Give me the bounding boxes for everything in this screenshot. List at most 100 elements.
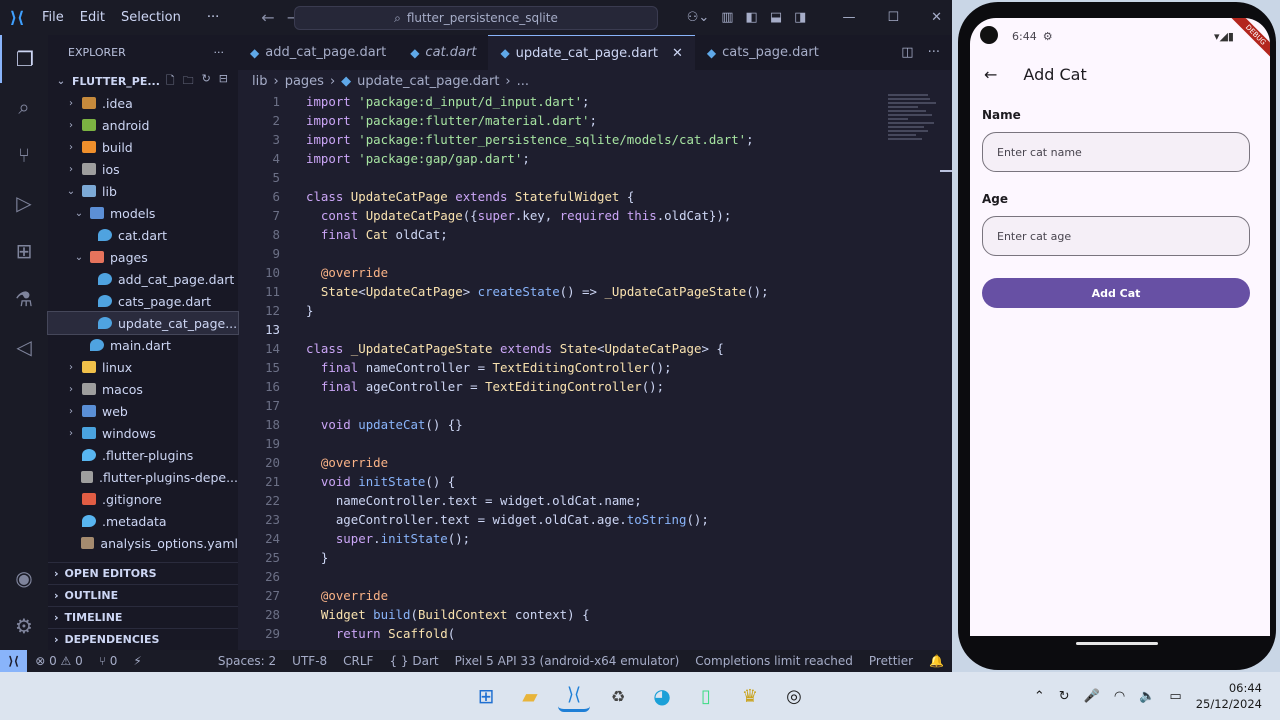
- add-cat-button[interactable]: Add Cat: [982, 278, 1250, 308]
- remote-icon[interactable]: ⟩⟨: [0, 650, 28, 672]
- editor-tab[interactable]: ◆ cat.dart: [398, 35, 488, 70]
- copilot-icon[interactable]: ⚇⌄: [687, 10, 710, 25]
- prettier-status[interactable]: Prettier: [861, 654, 921, 668]
- system-clock[interactable]: 06:44 25/12/2024: [1196, 680, 1262, 712]
- testing-icon[interactable]: ⚗: [0, 275, 48, 323]
- file-item[interactable]: cats_page.dart: [48, 290, 238, 312]
- extensions-icon[interactable]: ⊞: [0, 227, 48, 275]
- toggle-secondary-icon[interactable]: ◨: [794, 10, 806, 25]
- battery-icon[interactable]: ▭: [1169, 689, 1181, 704]
- indent-setting[interactable]: Spaces: 2: [210, 654, 284, 668]
- folder-item[interactable]: › .idea: [48, 92, 238, 114]
- file-item[interactable]: .gitignore: [48, 488, 238, 510]
- breadcrumb-pages[interactable]: pages: [285, 74, 324, 89]
- editor-tab[interactable]: ◆ cats_page.dart: [695, 35, 831, 70]
- minimize-icon[interactable]: —: [842, 10, 855, 25]
- minimap[interactable]: [888, 92, 938, 172]
- recycle-bin-icon[interactable]: ♻: [602, 680, 634, 712]
- flutter-icon[interactable]: ◁: [0, 323, 48, 371]
- menu-file[interactable]: File: [34, 10, 72, 25]
- file-item[interactable]: cat.dart: [48, 224, 238, 246]
- section-outline[interactable]: › OUTLINE: [48, 584, 238, 606]
- toggle-panel-icon[interactable]: ⬓: [770, 10, 782, 25]
- gesture-nav-handle[interactable]: [1076, 642, 1158, 645]
- folder-item[interactable]: ⌄ lib: [48, 180, 238, 202]
- notifications-bell-icon[interactable]: 🔔: [921, 654, 952, 668]
- microphone-icon[interactable]: 🎤: [1084, 689, 1100, 704]
- source-control-icon[interactable]: ⑂: [0, 131, 48, 179]
- run-debug-icon[interactable]: ▷: [0, 179, 48, 227]
- folder-item[interactable]: › linux: [48, 356, 238, 378]
- close-tab-icon[interactable]: ✕: [672, 46, 683, 61]
- code-editor[interactable]: 1 import 'package:d_input/d_input.dart'; 2…: [238, 92, 888, 650]
- more-actions-icon[interactable]: ···: [214, 46, 225, 59]
- android-emulator-icon[interactable]: ▯: [690, 680, 722, 712]
- cat-age-input[interactable]: Enter cat age: [982, 216, 1250, 256]
- language-mode[interactable]: { } Dart: [381, 654, 446, 668]
- folder-app-icon[interactable]: ♛: [734, 680, 766, 712]
- ports-indicator[interactable]: ⑂ 0: [91, 654, 126, 668]
- search-icon[interactable]: ⌕: [0, 83, 48, 131]
- new-file-icon[interactable]: 🗋: [166, 72, 175, 91]
- show-hidden-icons-icon[interactable]: ⌃: [1034, 689, 1045, 704]
- back-arrow-icon[interactable]: ←: [984, 65, 997, 84]
- section-open-editors[interactable]: › OPEN EDITORS: [48, 562, 238, 584]
- start-menu-icon[interactable]: ⊞: [470, 680, 502, 712]
- folder-item[interactable]: › macos: [48, 378, 238, 400]
- split-editor-icon[interactable]: ◫: [901, 45, 913, 60]
- settings-gear-icon[interactable]: ⚙: [0, 602, 48, 650]
- section-dependencies[interactable]: › DEPENDENCIES: [48, 628, 238, 650]
- cat-name-input[interactable]: Enter cat name: [982, 132, 1250, 172]
- folder-item[interactable]: › windows: [48, 422, 238, 444]
- command-center-search[interactable]: ⌕ flutter_persistence_sqlite: [294, 6, 658, 30]
- completions-status[interactable]: Completions limit reached: [687, 654, 861, 668]
- menu-selection[interactable]: Selection: [113, 10, 189, 25]
- section-timeline[interactable]: › TIMELINE: [48, 606, 238, 628]
- back-arrow-icon[interactable]: ←: [261, 8, 274, 27]
- encoding-setting[interactable]: UTF-8: [284, 654, 335, 668]
- project-root[interactable]: ⌄ FLUTTER_PE... 🗋 🗀 ↻ ⊟: [48, 70, 238, 92]
- file-item[interactable]: main.dart: [48, 334, 238, 356]
- tree-item-label: ios: [102, 161, 120, 177]
- menu-edit[interactable]: Edit: [72, 10, 113, 25]
- breadcrumb-file[interactable]: update_cat_page.dart: [357, 74, 499, 89]
- sync-icon[interactable]: ↻: [1059, 689, 1070, 704]
- file-item[interactable]: .flutter-plugins: [48, 444, 238, 466]
- new-folder-icon[interactable]: 🗀: [183, 72, 194, 91]
- file-item[interactable]: update_cat_page...: [47, 311, 239, 335]
- explorer-icon[interactable]: ❐: [0, 35, 48, 83]
- account-icon[interactable]: ◉: [0, 554, 48, 602]
- eol-setting[interactable]: CRLF: [335, 654, 381, 668]
- folder-item[interactable]: › android: [48, 114, 238, 136]
- close-icon[interactable]: ✕: [931, 10, 942, 25]
- folder-item[interactable]: › web: [48, 400, 238, 422]
- breadcrumb-lib[interactable]: lib: [252, 74, 267, 89]
- maximize-icon[interactable]: ☐: [887, 10, 899, 25]
- file-explorer-icon[interactable]: ▰: [514, 680, 546, 712]
- folder-item[interactable]: › build: [48, 136, 238, 158]
- menu-more[interactable]: ···: [199, 10, 227, 25]
- editor-tab[interactable]: ◆ update_cat_page.dart ✕: [488, 35, 695, 70]
- collapse-all-icon[interactable]: ⊟: [219, 72, 228, 91]
- editor-tab[interactable]: ◆ add_cat_page.dart: [238, 35, 398, 70]
- refresh-icon[interactable]: ↻: [202, 72, 211, 91]
- folder-item[interactable]: › ios: [48, 158, 238, 180]
- file-item[interactable]: analysis_options.yaml: [48, 532, 238, 554]
- more-actions-icon[interactable]: ···: [928, 45, 940, 60]
- edge-browser-icon[interactable]: ◕: [646, 680, 678, 712]
- file-item[interactable]: add_cat_page.dart: [48, 268, 238, 290]
- device-selector[interactable]: Pixel 5 API 33 (android-x64 emulator): [447, 654, 688, 668]
- file-item[interactable]: .flutter-plugins-depe...: [48, 466, 238, 488]
- folder-item[interactable]: ⌄ pages: [48, 246, 238, 268]
- volume-icon[interactable]: 🔈: [1139, 689, 1155, 704]
- layout-icon[interactable]: ▥: [721, 10, 733, 25]
- wifi-icon[interactable]: ◠: [1114, 689, 1125, 704]
- vscode-taskbar-icon[interactable]: ⟩⟨: [558, 680, 590, 712]
- folder-item[interactable]: ⌄ models: [48, 202, 238, 224]
- run-icon[interactable]: ⚡: [125, 654, 149, 668]
- file-item[interactable]: .metadata: [48, 510, 238, 532]
- obs-recorder-icon[interactable]: ◎: [778, 680, 810, 712]
- toggle-sidebar-icon[interactable]: ◧: [746, 10, 758, 25]
- problems-indicator[interactable]: ⊗ 0 ⚠ 0: [27, 654, 91, 668]
- breadcrumb-symbol[interactable]: ...: [517, 74, 529, 89]
